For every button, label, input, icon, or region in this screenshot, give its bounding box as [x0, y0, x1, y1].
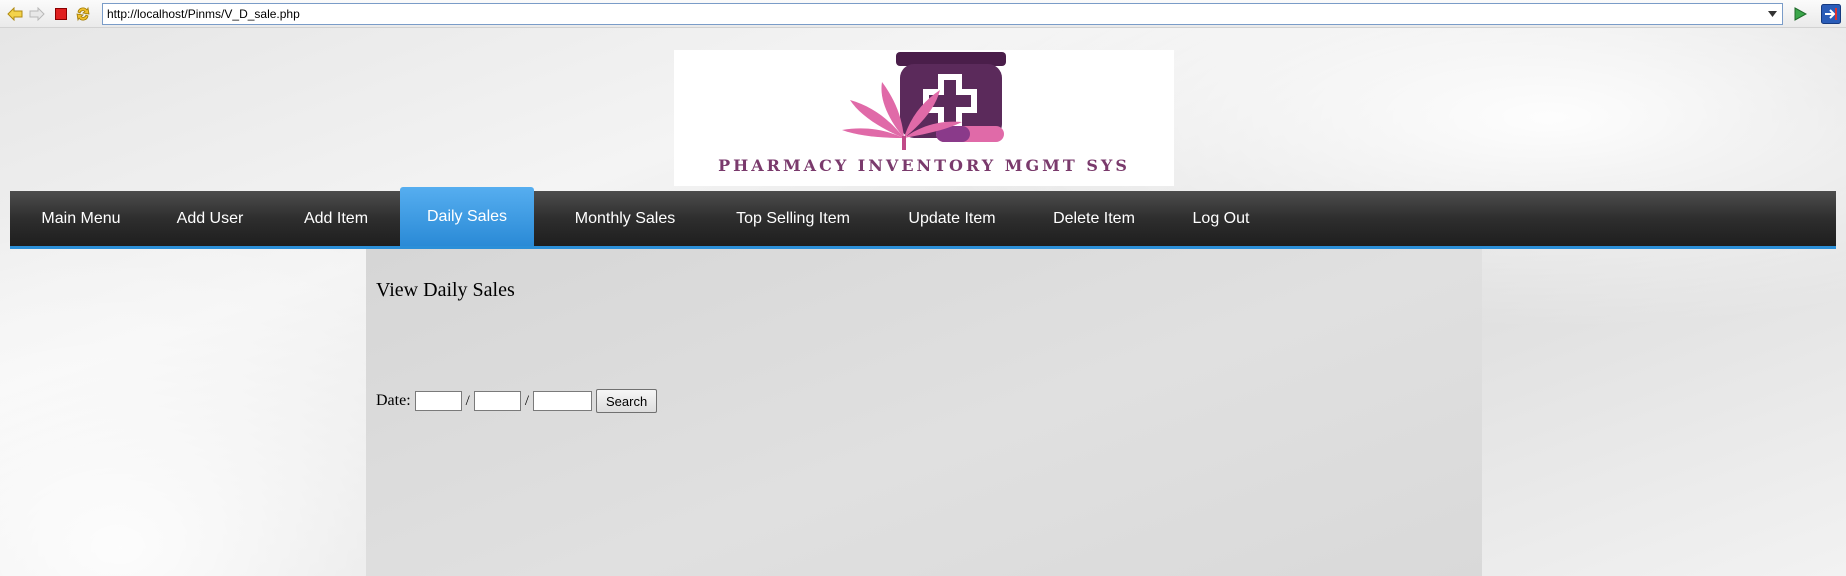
exit-icon[interactable]: [1821, 4, 1841, 24]
refresh-icon[interactable]: [74, 5, 92, 23]
nav-item-monthly-sales[interactable]: Monthly Sales: [560, 191, 690, 246]
dropdown-arrow-icon[interactable]: [1762, 4, 1782, 24]
main-nav: Main Menu Add User Add Item Daily Sales …: [10, 187, 1836, 249]
browser-toolbar: [0, 0, 1846, 28]
nav-item-add-user[interactable]: Add User: [160, 191, 260, 246]
nav-item-top-selling-item[interactable]: Top Selling Item: [718, 191, 868, 246]
logo: PHARMACY INVENTORY MGMT SYS: [674, 50, 1174, 186]
logo-text: PHARMACY INVENTORY MGMT SYS: [718, 156, 1130, 175]
search-button[interactable]: Search: [596, 389, 658, 413]
go-icon[interactable]: [1791, 5, 1809, 23]
forward-arrow-icon[interactable]: [28, 5, 46, 23]
nav-item-delete-item[interactable]: Delete Item: [1036, 191, 1152, 246]
day-input[interactable]: [414, 391, 462, 411]
year-input[interactable]: [533, 391, 592, 411]
back-arrow-icon[interactable]: [6, 5, 24, 23]
page-background: PHARMACY INVENTORY MGMT SYS Main Menu Ad…: [0, 28, 1846, 576]
date-separator: /: [524, 392, 529, 409]
nav-item-log-out[interactable]: Log Out: [1176, 191, 1266, 246]
address-bar[interactable]: [102, 3, 1783, 25]
nav-item-add-item[interactable]: Add Item: [286, 191, 386, 246]
nav-item-main-menu[interactable]: Main Menu: [26, 191, 136, 246]
month-input[interactable]: [473, 391, 521, 411]
stop-icon[interactable]: [52, 5, 70, 23]
date-search-form: Date: / / Search: [376, 389, 658, 413]
content-panel: View Daily Sales Date: / / Search: [366, 249, 1482, 576]
date-separator: /: [465, 392, 470, 409]
nav-item-update-item[interactable]: Update Item: [892, 191, 1012, 246]
nav-item-daily-sales[interactable]: Daily Sales: [400, 187, 534, 246]
date-label: Date:: [376, 392, 411, 409]
page-title: View Daily Sales: [376, 279, 515, 301]
